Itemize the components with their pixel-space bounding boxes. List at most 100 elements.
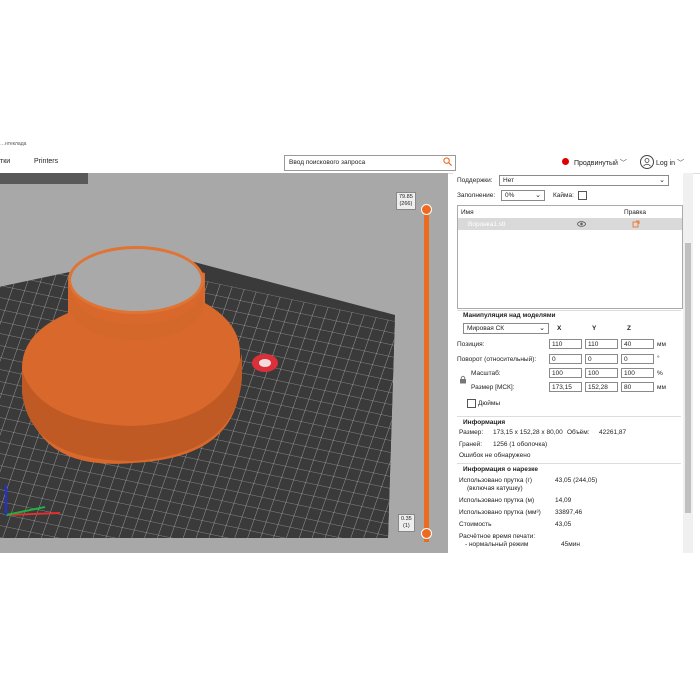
- chevron-down-icon: ⌄: [659, 177, 665, 184]
- supports-select[interactable]: Нет ⌄: [499, 175, 669, 186]
- login-label: Log in: [656, 160, 676, 167]
- cost-label: Стоимость: [459, 521, 492, 528]
- search-icon[interactable]: [443, 157, 452, 166]
- tab-printers[interactable]: Printers: [34, 158, 58, 165]
- user-icon[interactable]: [640, 155, 654, 169]
- layer-bottom-badge: 0.35 (1): [398, 514, 415, 532]
- scale-z-input[interactable]: 100: [621, 368, 654, 378]
- layer-top-badge: 79.85 (266): [396, 192, 416, 210]
- info-size-label: Размер:: [459, 429, 484, 436]
- manipulation-section: Манипуляция над моделями Мировая СК ⌄ X Y…: [457, 310, 681, 413]
- info-errors: Ошибок не обнаружено: [459, 452, 531, 459]
- used-mm3-value: 33897,46: [555, 509, 583, 516]
- search-placeholder: Ввод поискового запроса: [289, 159, 366, 166]
- position-x-input[interactable]: 110: [549, 339, 582, 349]
- used-m-value: 14,09: [555, 497, 572, 504]
- window-title: …нтеклада: [0, 141, 27, 147]
- col-name: Имя: [461, 209, 474, 216]
- mode-status-dot: [562, 158, 569, 165]
- search-input[interactable]: Ввод поискового запроса: [284, 155, 456, 171]
- time-mode: - нормальный режим: [465, 541, 529, 548]
- page-bottom-area: [0, 553, 700, 700]
- login-button[interactable]: Log in ﹀: [656, 158, 684, 168]
- chevron-down-icon: ﹀: [619, 160, 627, 167]
- mode-label: Продвинутый: [574, 160, 618, 167]
- info-facets-label: Граней:: [459, 441, 483, 448]
- chevron-down-icon: ⌄: [539, 325, 545, 332]
- time-label: Расчётное время печати:: [459, 533, 536, 540]
- size-unit: мм: [657, 384, 666, 391]
- axis-x-label: X: [557, 325, 562, 332]
- eye-icon[interactable]: [577, 221, 586, 227]
- inches-label: Дюймы: [478, 400, 501, 407]
- axis-y-label: Y: [592, 325, 597, 332]
- slice-info-section: Информация о нарезке Использовано прутка…: [457, 463, 681, 554]
- lock-icon[interactable]: [459, 375, 467, 384]
- cost-value: 43,05: [555, 521, 572, 528]
- layer-top-count: (266): [399, 201, 413, 207]
- layer-slider-bottom-handle[interactable]: [421, 528, 432, 539]
- infill-value: 0%: [505, 192, 515, 199]
- position-z-input[interactable]: 40: [621, 339, 654, 349]
- info-volume-value: 42261,87: [599, 429, 627, 436]
- info-facets-value: 1256 (1 оболочка): [493, 441, 548, 448]
- edit-settings-icon[interactable]: [632, 220, 640, 228]
- brim-label: Кайма:: [553, 192, 574, 199]
- layer-bottom-value: 0.35: [401, 516, 412, 522]
- scene-canvas[interactable]: [0, 173, 448, 553]
- size-label: Размер [МСК]:: [471, 384, 515, 391]
- brim-checkbox[interactable]: [578, 191, 587, 200]
- layer-top-value: 79.85: [399, 194, 413, 200]
- scale-x-input[interactable]: 100: [549, 368, 582, 378]
- position-unit: мм: [657, 341, 666, 348]
- object-list: Имя Правка Воронка1.stl: [457, 205, 683, 309]
- rotation-unit: °: [657, 355, 660, 362]
- size-y-input[interactable]: 152,28: [585, 382, 618, 392]
- supports-value: Нет: [503, 177, 515, 184]
- info-section: Информация Размер: 173,15 x 152,28 x 80,…: [457, 416, 681, 462]
- coordinate-system-value: Мировая СК: [467, 325, 505, 332]
- rotation-y-input[interactable]: 0: [585, 354, 618, 364]
- col-edit: Правка: [624, 209, 646, 216]
- used-m-label: Использовано прутка (м): [459, 497, 535, 504]
- used-g-sublabel: (включая катушку): [467, 485, 523, 492]
- axis-z-label: Z: [627, 325, 631, 332]
- coordinate-system-select[interactable]: Мировая СК ⌄: [463, 323, 549, 334]
- object-list-row[interactable]: Воронка1.stl: [458, 218, 682, 230]
- info-size-value: 173,15 x 152,28 x 80,00: [493, 429, 563, 436]
- rotation-label: Поворот (относительный):: [457, 356, 537, 363]
- info-volume-label: Объём:: [567, 429, 590, 436]
- layer-bottom-count: (1): [402, 523, 410, 529]
- scale-label: Масштаб:: [471, 370, 501, 377]
- tab-settings-partial[interactable]: тки: [0, 158, 10, 165]
- slice-info-title: Информация о нарезке: [463, 466, 538, 473]
- chevron-down-icon: ⌄: [535, 192, 541, 199]
- layer-slider-track[interactable]: [424, 207, 429, 542]
- position-label: Позиция:: [457, 341, 485, 348]
- used-mm3-label: Использовано прутка (мм³): [459, 509, 541, 516]
- info-title: Информация: [463, 419, 506, 426]
- time-value: 45мин: [561, 541, 580, 548]
- manipulation-title: Манипуляция над моделями: [463, 312, 556, 319]
- rotation-x-input[interactable]: 0: [549, 354, 582, 364]
- mode-selector[interactable]: Продвинутый ﹀: [574, 158, 627, 168]
- chevron-down-icon: ﹀: [677, 160, 685, 167]
- sidebar-panel: Поддержки: Нет ⌄ Заполнение: 0% ⌄ Кайма: И…: [453, 173, 683, 553]
- rotation-z-input[interactable]: 0: [621, 354, 654, 364]
- inches-checkbox[interactable]: [467, 399, 476, 408]
- infill-select[interactable]: 0% ⌄: [501, 190, 545, 201]
- position-y-input[interactable]: 110: [585, 339, 618, 349]
- 3d-viewport[interactable]: 79.85 (266) 0.35 (1): [0, 173, 448, 553]
- top-navbar: тки Printers Ввод поискового запроса Про…: [0, 152, 700, 174]
- used-g-value: 43,05 (244,05): [555, 477, 598, 484]
- object-name: Воронка1.stl: [468, 221, 506, 228]
- size-x-input[interactable]: 173,15: [549, 382, 582, 392]
- used-g-label: Использовано прутка (г): [459, 477, 533, 484]
- infill-label: Заполнение:: [457, 192, 496, 199]
- sidebar-scrollbar[interactable]: [683, 173, 693, 553]
- layer-slider-top-handle[interactable]: [421, 204, 432, 215]
- scale-unit: %: [657, 370, 663, 377]
- scale-y-input[interactable]: 100: [585, 368, 618, 378]
- size-z-input[interactable]: 80: [621, 382, 654, 392]
- scrollbar-thumb[interactable]: [685, 243, 691, 513]
